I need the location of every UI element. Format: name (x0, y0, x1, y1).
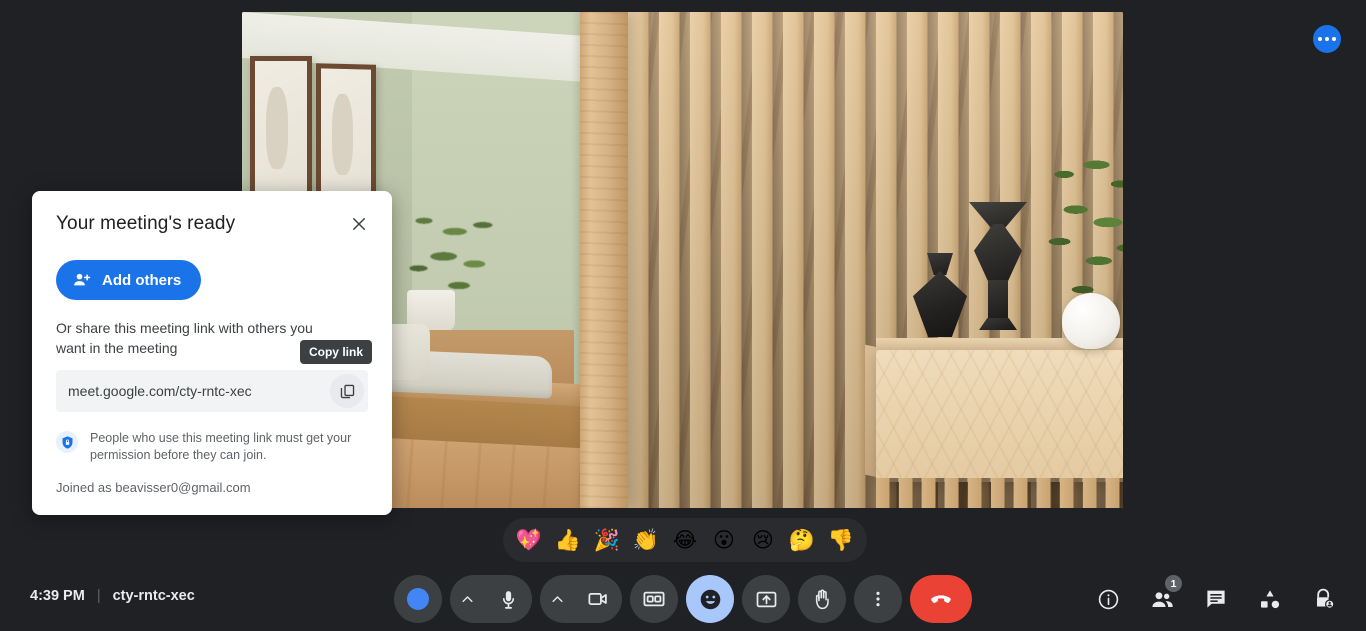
joined-as-text: Joined as beavisser0@gmail.com (56, 480, 251, 495)
microphone-control-group (450, 575, 532, 623)
reaction-thumbs-down[interactable]: 👎 (825, 524, 857, 556)
leave-call-button[interactable] (910, 575, 972, 623)
wooden-column (580, 12, 628, 508)
meeting-tools-bar: 1 (1084, 575, 1348, 623)
meeting-link-text: meet.google.com/cty-rntc-xec (68, 383, 252, 399)
lower-slats (876, 478, 1123, 508)
people-button[interactable]: 1 (1138, 575, 1186, 623)
plant-foliage-left (382, 197, 522, 305)
camera-control-group (540, 575, 622, 623)
people-count-badge: 1 (1165, 575, 1182, 592)
dot-icon (1332, 37, 1336, 41)
chat-button[interactable] (1192, 575, 1240, 623)
reaction-face-with-open-mouth[interactable]: 😮 (708, 524, 740, 556)
copy-link-button[interactable] (330, 374, 364, 408)
black-vase-tall (969, 202, 1027, 337)
framed-artwork-1 (250, 56, 312, 208)
more-options-button[interactable] (854, 575, 902, 623)
host-controls-button[interactable] (1300, 575, 1348, 623)
microphone-button[interactable] (484, 575, 532, 623)
camera-button[interactable] (574, 575, 622, 623)
meeting-link-field[interactable]: meet.google.com/cty-rntc-xec Copy link (56, 340, 372, 412)
black-vase-small (913, 247, 967, 337)
camera-options-chevron-up-icon[interactable] (540, 575, 574, 623)
copy-link-tooltip: Copy link (299, 340, 372, 364)
reaction-thumbs-up[interactable]: 👍 (552, 524, 584, 556)
dialog-title: Your meeting's ready (56, 213, 236, 234)
sideboard-body (876, 350, 1123, 482)
meeting-details-button[interactable] (1084, 575, 1132, 623)
meet-app-window: Your meeting's ready Add others Or share… (0, 0, 1366, 631)
raise-hand-button[interactable] (798, 575, 846, 623)
activities-button[interactable] (1246, 575, 1294, 623)
permission-text: People who use this meeting link must ge… (90, 431, 352, 462)
shield-lock-icon (56, 431, 78, 453)
reaction-crying-face[interactable]: 😢 (747, 524, 779, 556)
reaction-sparkling-heart[interactable]: 💖 (513, 524, 545, 556)
reaction-face-with-tears-of-joy[interactable]: 😂 (669, 524, 701, 556)
meeting-ready-dialog: Your meeting's ready Add others Or share… (32, 191, 392, 515)
permission-notice: People who use this meeting link must ge… (56, 430, 368, 464)
more-options-fab[interactable] (1313, 25, 1341, 53)
add-others-label: Add others (102, 271, 182, 289)
reaction-party-popper[interactable]: 🎉 (591, 524, 623, 556)
visual-effects-button[interactable] (394, 575, 442, 623)
reaction-thinking-face[interactable]: 🤔 (786, 524, 818, 556)
reactions-button[interactable] (686, 575, 734, 623)
microphone-options-chevron-up-icon[interactable] (450, 575, 484, 623)
plant-foliage-right (1032, 152, 1123, 312)
dialog-header: Your meeting's ready (56, 213, 368, 237)
close-icon[interactable] (346, 211, 372, 237)
person-add-icon (72, 270, 92, 290)
captions-button[interactable] (630, 575, 678, 623)
reactions-bar: 💖 👍 🎉 👏 😂 😮 😢 🤔 👎 (503, 518, 867, 562)
dot-icon (1318, 37, 1322, 41)
reaction-clapping-hands[interactable]: 👏 (630, 524, 662, 556)
add-others-button[interactable]: Add others (56, 260, 202, 300)
effects-icon (407, 588, 429, 610)
dot-icon (1325, 37, 1329, 41)
present-screen-button[interactable] (742, 575, 790, 623)
white-round-vase (1062, 293, 1120, 349)
